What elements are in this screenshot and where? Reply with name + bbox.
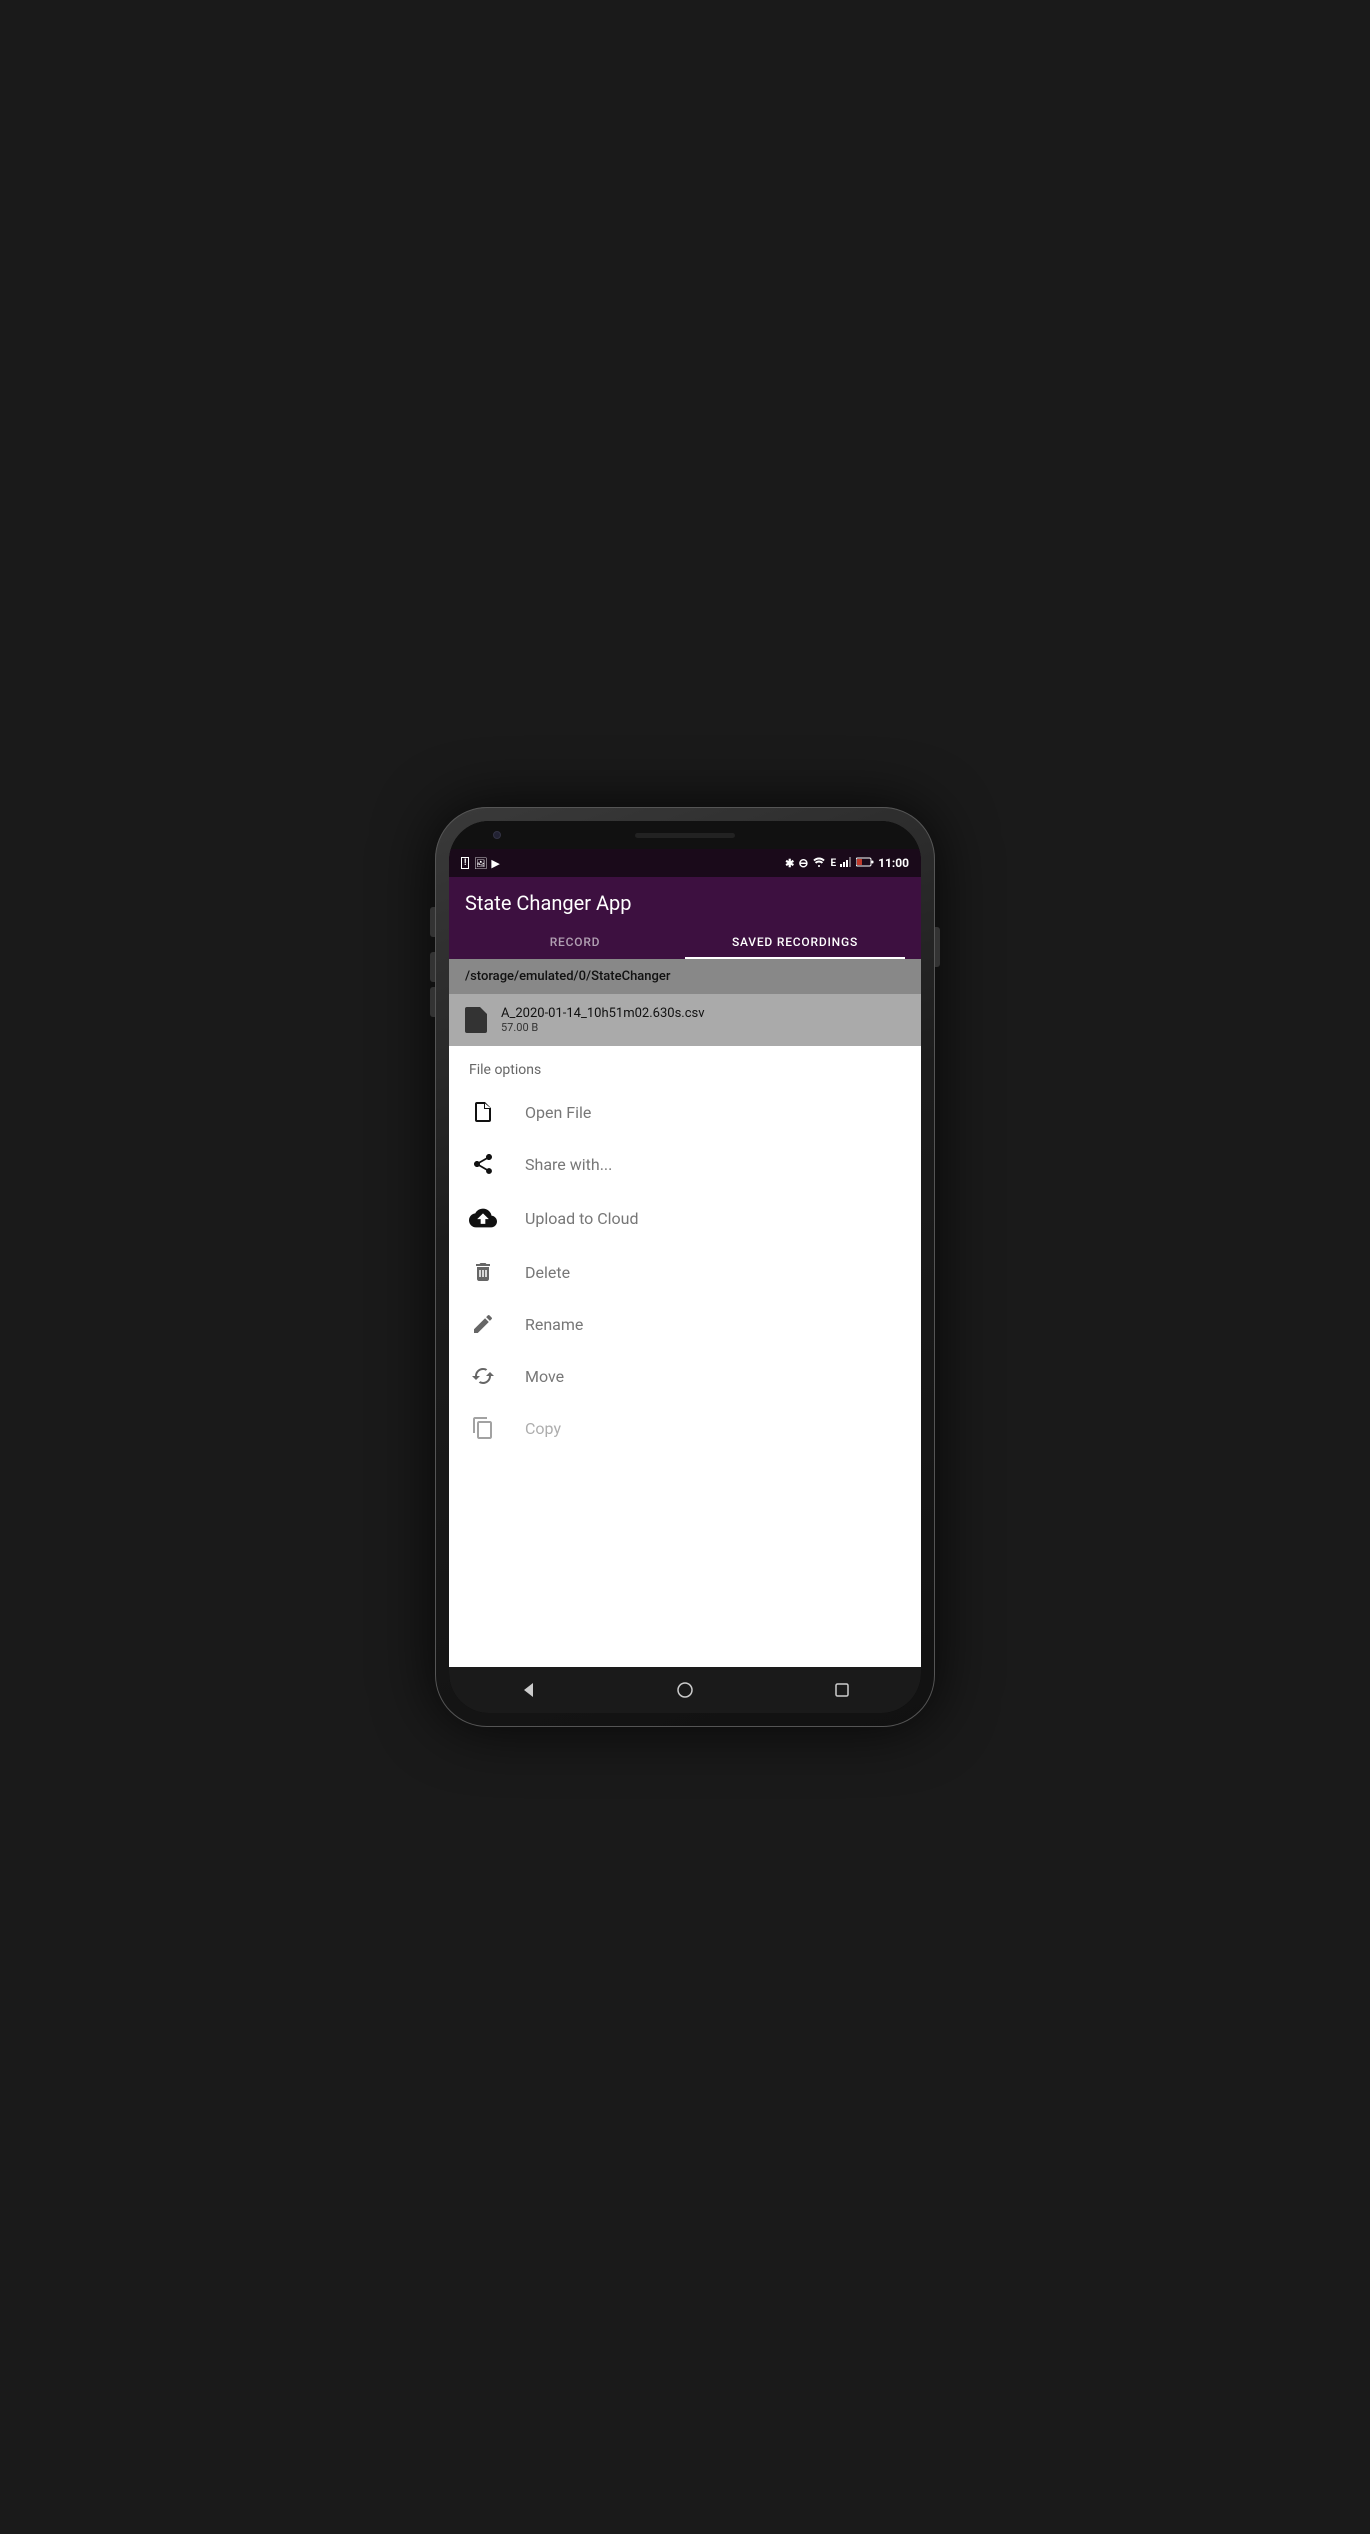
back-button[interactable] [510,1672,546,1708]
nav-bar [449,1667,921,1713]
app-title: State Changer App [465,891,905,925]
delete-label: Delete [525,1263,570,1282]
status-bar: ! 🖼 ▶ ✱ ⊖ E [449,849,921,877]
notification-icon-1: ! [461,857,469,869]
notification-icon-2: 🖼 [473,857,487,870]
sheet-title: File options [449,1062,921,1086]
upload-label: Upload to Cloud [525,1209,639,1228]
file-name: A_2020-01-14_10h51m02.630s.csv [501,1006,705,1021]
phone-screen: ! 🖼 ▶ ✱ ⊖ E [449,821,921,1713]
menu-item-move[interactable]: Move [449,1350,921,1402]
menu-item-copy[interactable]: Copy [449,1402,921,1454]
signal-icon [840,857,852,870]
camera-bar [449,821,921,849]
wifi-icon [812,857,826,870]
rename-label: Rename [525,1315,583,1334]
delete-icon [469,1260,497,1284]
status-left-icons: ! 🖼 ▶ [461,857,500,870]
tab-saved-recordings[interactable]: SAVED RECORDINGS [685,925,905,959]
menu-item-delete[interactable]: Delete [449,1246,921,1298]
recents-button[interactable] [824,1672,860,1708]
file-icon [469,1100,497,1124]
file-info: A_2020-01-14_10h51m02.630s.csv 57.00 B [501,1006,705,1034]
file-doc-icon [465,1007,487,1033]
network-e-icon: E [830,858,836,869]
path-bar: /storage/emulated/0/StateChanger [449,959,921,994]
open-file-label: Open File [525,1103,591,1122]
bluetooth-icon: ✱ [785,857,794,870]
home-button[interactable] [667,1672,703,1708]
move-label: Move [525,1367,564,1386]
tab-record[interactable]: RECORD [465,925,685,959]
move-icon [469,1364,497,1388]
clock: 11:00 [878,856,909,870]
phone-device: ! 🖼 ▶ ✱ ⊖ E [435,807,935,1727]
share-label: Share with... [525,1155,612,1174]
tabs-container: RECORD SAVED RECORDINGS [465,925,905,959]
no-disturb-icon: ⊖ [798,856,808,870]
speaker-bar [635,833,735,838]
battery-icon [856,857,874,870]
share-icon [469,1152,497,1176]
camera-dot [493,831,501,839]
status-right-icons: ✱ ⊖ E 11:00 [785,856,909,870]
app-bar: State Changer App RECORD SAVED RECORDING… [449,877,921,959]
cloud-upload-icon [469,1204,497,1232]
rename-icon [469,1312,497,1336]
copy-label: Copy [525,1419,561,1438]
notification-icon-3: ▶ [491,857,499,870]
menu-item-rename[interactable]: Rename [449,1298,921,1350]
menu-item-open-file[interactable]: Open File [449,1086,921,1138]
copy-icon [469,1416,497,1440]
menu-item-upload[interactable]: Upload to Cloud [449,1190,921,1246]
file-size: 57.00 B [501,1021,705,1034]
menu-item-share[interactable]: Share with... [449,1138,921,1190]
file-row[interactable]: A_2020-01-14_10h51m02.630s.csv 57.00 B [449,994,921,1046]
bottom-sheet: File options Open File Share with... [449,1046,921,1667]
